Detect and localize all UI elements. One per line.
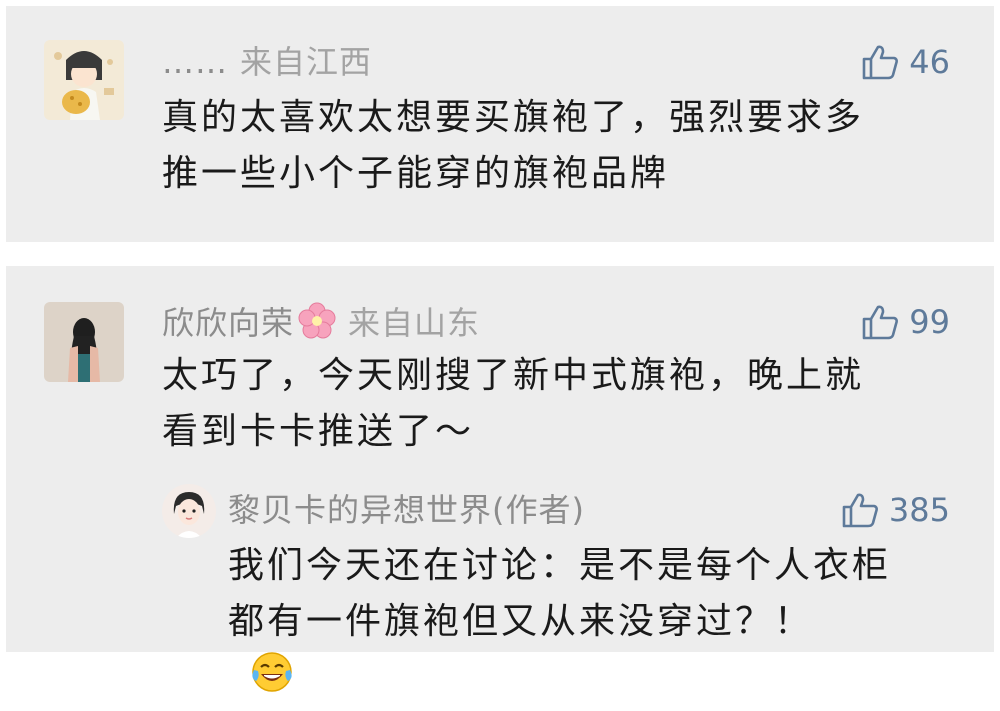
tears-of-joy-emoji-icon bbox=[250, 650, 891, 711]
thumbs-up-icon bbox=[862, 305, 899, 340]
cartoon-girl-avatar-icon bbox=[44, 40, 124, 120]
username[interactable]: 欣欣向荣 bbox=[162, 304, 294, 342]
reply-line: 都有一件旗袍但又从来没穿过？！ bbox=[228, 594, 891, 711]
thumbs-up-icon bbox=[842, 493, 878, 528]
location-label: 来自山东 bbox=[348, 304, 481, 342]
user-avatar[interactable] bbox=[44, 302, 124, 382]
comment-text: 太巧了，今天刚搜了新中式旗袍，晚上就 看到卡卡推送了～ bbox=[162, 348, 864, 460]
location-label: 来自江西 bbox=[240, 43, 373, 81]
comment-card: …… 来自江西 46 真的太喜欢太想要买旗袍了，强烈要求多 推一些小个子能穿的旗袍… bbox=[6, 6, 994, 242]
like-button[interactable]: 99 bbox=[861, 302, 950, 342]
author-illustration-avatar-icon bbox=[162, 484, 216, 538]
author-avatar[interactable] bbox=[162, 484, 216, 538]
like-count: 99 bbox=[909, 303, 950, 341]
like-count: 46 bbox=[909, 43, 950, 81]
woman-silhouette-avatar-icon bbox=[44, 302, 124, 382]
comment-line: 推一些小个子能穿的旗袍品牌 bbox=[162, 153, 670, 194]
like-button[interactable]: 46 bbox=[861, 42, 950, 82]
reply-like-button[interactable]: 385 bbox=[841, 490, 950, 530]
reply-text: 我们今天还在讨论：是不是每个人衣柜 都有一件旗袍但又从来没穿过？！ bbox=[228, 538, 891, 711]
cherry-blossom-icon bbox=[298, 302, 336, 349]
comment-user-row: …… 来自江西 bbox=[162, 42, 372, 82]
comment-line: 看到卡卡推送了～ bbox=[162, 411, 475, 452]
comment-line: 太巧了，今天刚搜了新中式旗袍，晚上就 bbox=[162, 355, 865, 396]
comment-text: 真的太喜欢太想要买旗袍了，强烈要求多 推一些小个子能穿的旗袍品牌 bbox=[162, 90, 864, 202]
author-name[interactable]: 黎贝卡的异想世界(作者) bbox=[228, 490, 585, 530]
reply-line-text: 都有一件旗袍但又从来没穿过？！ bbox=[228, 601, 814, 642]
thumbs-up-icon bbox=[862, 45, 899, 80]
user-avatar[interactable] bbox=[44, 40, 124, 120]
reply-line: 我们今天还在讨论：是不是每个人衣柜 bbox=[228, 545, 892, 586]
username[interactable]: …… bbox=[162, 43, 228, 81]
like-count: 385 bbox=[888, 491, 950, 529]
comment-line: 真的太喜欢太想要买旗袍了，强烈要求多 bbox=[162, 97, 865, 138]
comment-card: 欣欣向荣 来自山东 99 太巧了，今天刚搜了新中式旗袍，晚上就 看到卡卡推送了～ bbox=[6, 266, 994, 692]
comment-user-row: 欣欣向荣 来自山东 bbox=[162, 302, 480, 349]
